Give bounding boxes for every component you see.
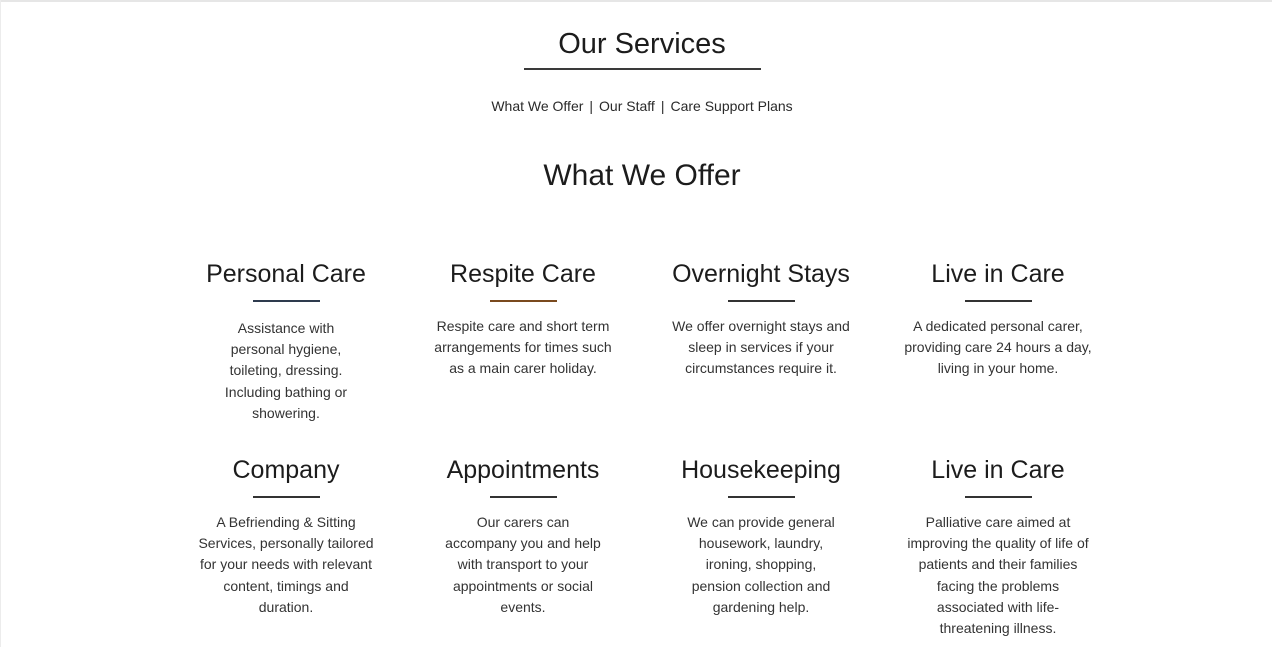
service-title-underline (252, 496, 320, 498)
service-title: Appointments (446, 456, 600, 484)
service-title-underline (727, 496, 795, 498)
service-description: We can provide general housework, laundr… (687, 514, 835, 615)
service-title-underline (489, 496, 557, 498)
service-description: Palliative care aimed at improving the q… (907, 514, 1089, 637)
service-description: Assistance with personal hygiene, toilet… (224, 320, 348, 421)
service-title: Respite Care (450, 260, 596, 288)
service-title-underline (964, 496, 1032, 498)
service-title: Personal Care (206, 260, 366, 288)
service-title: Live in Care (931, 456, 1065, 484)
service-title-underline (252, 300, 320, 302)
service-description: A dedicated personal carer, providing ca… (904, 318, 1092, 377)
service-title-underline (489, 300, 557, 302)
nav-link-what-we-offer[interactable]: What We Offer (491, 98, 583, 114)
service-title: Overnight Stays (672, 260, 850, 288)
service-title: Company (232, 456, 340, 484)
section-nav: What We Offer | Our Staff | Care Support Pla… (0, 97, 1272, 115)
page-title: Our Services (558, 28, 726, 60)
nav-link-care-support-plans[interactable]: Care Support Plans (670, 98, 792, 114)
service-card-respite-care: Respite Care Respite care and short term… (418, 258, 628, 380)
service-title: Live in Care (931, 260, 1065, 288)
service-card-live-in-care: Live in Care A dedicated personal carer,… (893, 258, 1103, 380)
service-card-palliative-care: Live in Care Palliative care aimed at im… (893, 454, 1103, 639)
service-description: A Befriending & Sitting Services, person… (198, 514, 374, 615)
service-card-overnight-stays: Overnight Stays We offer overnight stays… (656, 258, 866, 380)
service-title-underline (964, 300, 1032, 302)
service-description: Our carers can accompany you and help wi… (445, 514, 601, 615)
service-description: Respite care and short term arrangements… (434, 318, 612, 377)
service-card-appointments: Appointments Our carers can accompany yo… (418, 454, 628, 618)
service-card-company: Company A Befriending & Sitting Services… (181, 454, 391, 618)
service-description: We offer overnight stays and sleep in se… (672, 318, 850, 377)
top-border (0, 0, 1272, 2)
service-title: Housekeeping (681, 456, 841, 484)
page-title-underline (524, 68, 761, 70)
section-title: What We Offer (543, 159, 741, 192)
service-card-housekeeping: Housekeeping We can provide general hous… (656, 454, 866, 618)
nav-separator: | (660, 98, 665, 114)
nav-separator: | (589, 98, 594, 114)
nav-link-our-staff[interactable]: Our Staff (599, 98, 655, 114)
service-title-underline (727, 300, 795, 302)
service-card-personal-care: Personal Care Assistance with personal h… (181, 258, 391, 424)
